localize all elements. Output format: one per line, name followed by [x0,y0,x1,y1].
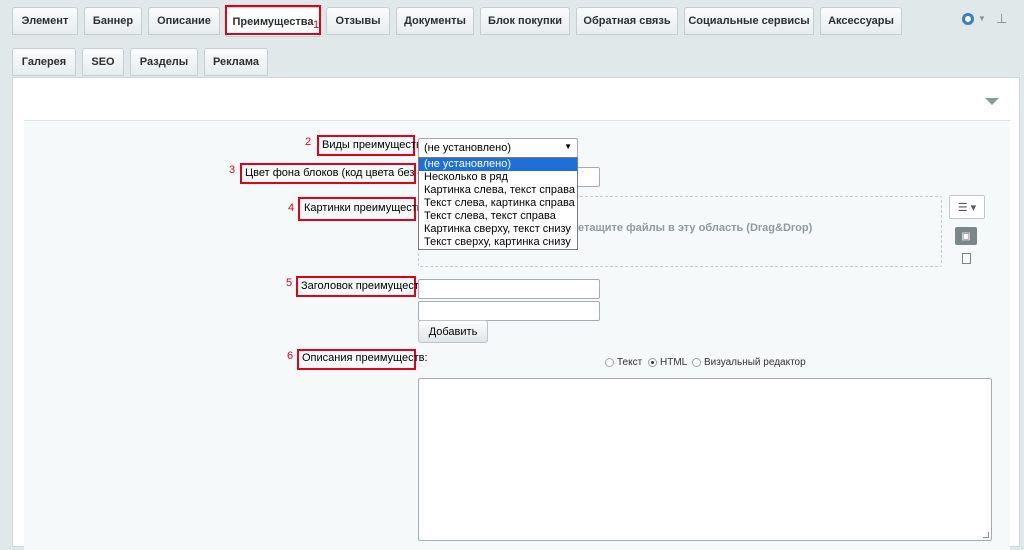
highlight-box-1 [225,5,321,35]
tab-description[interactable]: Описание [148,7,220,35]
mode-text[interactable]: Текст [605,357,642,368]
radio-icon [605,358,614,367]
resize-handle-icon[interactable] [983,532,989,538]
tab-banner[interactable]: Баннер [84,7,142,35]
tab-reviews[interactable]: Отзывы [326,7,390,35]
dropdown-option[interactable]: Текст слева, картинка справа [419,197,577,210]
tab-seo[interactable]: SEO [82,48,124,76]
menu-icon: ☰ ▾ [957,201,977,214]
collapse-arrow-icon[interactable] [985,98,999,105]
annotation-number-6: 6 [287,350,294,362]
views-select[interactable]: (не установлено) ▼ [418,138,578,158]
tab-purchase-block[interactable]: Блок покупки [480,7,570,35]
images-label: Картинки преимуществ: [304,202,426,214]
tab-element[interactable]: Элемент [12,7,78,35]
menu-button[interactable]: ☰ ▾ [949,195,985,219]
bg-color-label: Цвет фона блоков (код цвета без #): [245,167,431,179]
radio-checked-icon [648,358,657,367]
radio-icon [692,358,701,367]
dropdown-option[interactable]: Картинка сверху, текст снизу [419,223,577,236]
description-textarea[interactable] [418,378,992,541]
views-dropdown-list: (не установлено) Несколько в ряд Картинк… [418,157,578,250]
pin-icon[interactable]: ⊥ [996,11,1007,27]
dropdown-option[interactable]: Несколько в ряд [419,171,577,184]
mode-visual-label: Визуальный редактор [704,357,806,368]
dropdown-option[interactable]: Текст сверху, картинка снизу [419,236,577,249]
annotation-number-5: 5 [286,277,293,289]
views-select-value: (не установлено) [424,142,511,154]
views-label: Виды преимуществ: [322,139,425,151]
annotation-number-1: 1 [313,19,320,31]
tab-social-services[interactable]: Социальные сервисы [684,7,814,35]
tab-documents[interactable]: Документы [396,7,474,35]
image-icon[interactable]: ▣ [955,227,977,245]
annotation-number-3: 3 [229,164,236,176]
tab-sections[interactable]: Разделы [130,48,198,76]
mode-visual-editor[interactable]: Визуальный редактор [692,357,806,368]
desc-label: Описания преимуществ: [302,352,428,364]
mode-text-label: Текст [617,357,643,368]
mode-html-label: HTML [660,357,688,368]
tab-advertising[interactable]: Реклама [204,48,268,76]
tab-accessories[interactable]: Аксессуары [820,7,902,35]
panel-header [13,78,1019,120]
title-input-1[interactable] [418,279,600,299]
tabs-row-secondary: Галерея SEO Разделы Реклама [0,48,1024,76]
add-button[interactable]: Добавить [418,320,488,343]
file-icon[interactable] [962,253,971,264]
annotation-number-2: 2 [305,136,312,148]
chevron-down-icon: ▼ [564,142,572,151]
tabs-row-main: Элемент Баннер Описание Преимущества Отз… [0,7,1024,37]
dropdown-option[interactable]: Текст слева, текст справа [419,210,577,223]
title-label: Заголовок преимуществ: [301,280,428,292]
chevron-down-icon[interactable]: ▼ [978,14,986,23]
tab-gallery[interactable]: Галерея [12,48,76,76]
title-input-2[interactable] [418,301,600,321]
dropzone-text: етащите файлы в эту область (Drag&Drop) [578,222,813,234]
mode-html[interactable]: HTML [648,357,687,368]
gear-icon[interactable] [962,13,974,25]
tab-feedback[interactable]: Обратная связь [576,7,678,35]
dropdown-option[interactable]: Картинка слева, текст справа [419,184,577,197]
dropdown-option[interactable]: (не установлено) [419,158,577,171]
annotation-number-4: 4 [288,202,295,214]
